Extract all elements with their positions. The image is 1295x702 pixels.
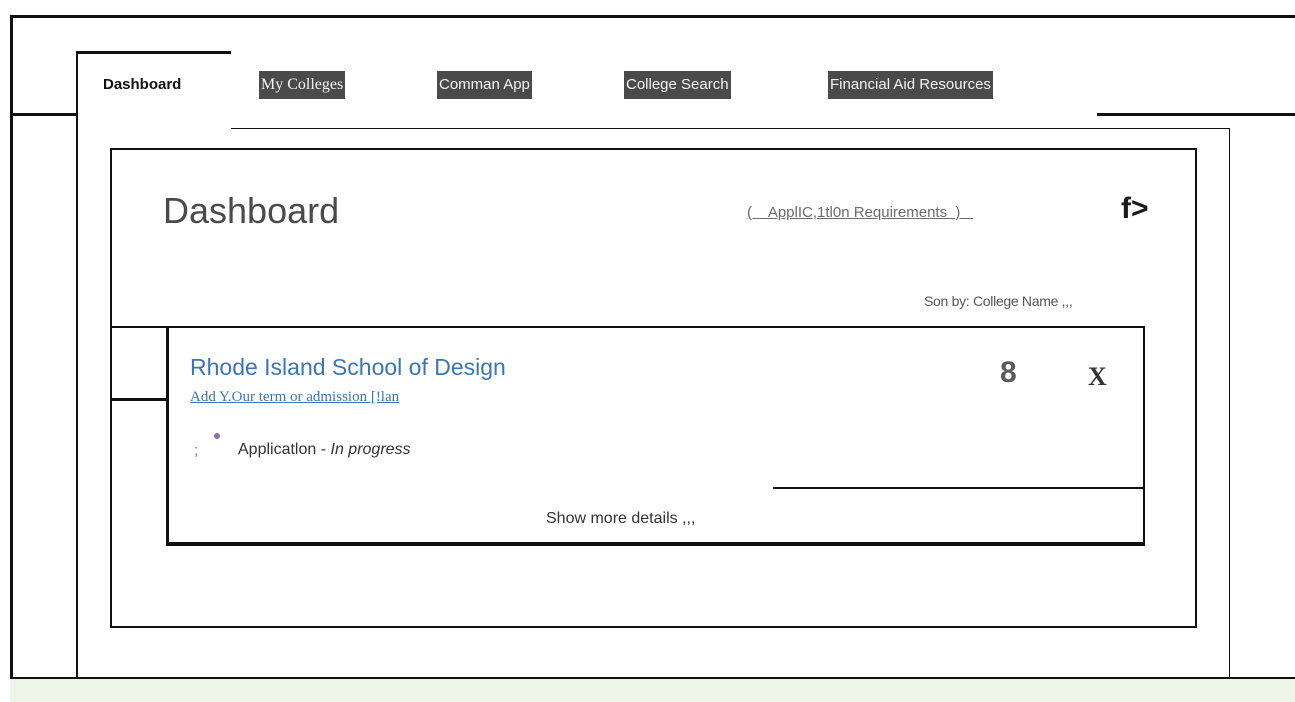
status-dot-icon <box>214 433 220 439</box>
application-status: In progress <box>330 441 411 458</box>
nav-left-tab-edge-top <box>76 51 231 54</box>
application-label: Applicatlon - <box>238 441 327 458</box>
tab-dashboard[interactable]: Dashboard <box>103 71 181 99</box>
sort-dropdown[interactable]: Son by: College Name ,,, <box>924 293 1073 309</box>
tab-financial-aid-resources[interactable]: Financial Aid Resources <box>828 71 993 99</box>
college-count-badge: 8 <box>1000 356 1017 389</box>
page-title: Dashboard <box>163 190 340 231</box>
share-icon[interactable]: f> <box>1121 192 1149 226</box>
frame-left-border <box>10 16 13 702</box>
nav-underline <box>231 128 1230 129</box>
content-right-border <box>1229 128 1230 679</box>
application-status-row: Applicatlon - In progress <box>238 441 411 459</box>
card-left-ledge-top <box>110 326 168 328</box>
add-term-link[interactable]: Add Y.Our term or admission [!lan <box>190 389 399 406</box>
card-left-ledge-bottom <box>110 398 168 401</box>
nav-left-tab-edge <box>76 51 78 679</box>
close-icon[interactable]: X <box>1088 362 1107 392</box>
application-requirements-link[interactable]: ( ApplIC,1tl0n Requirements ) <box>747 204 973 221</box>
frame-top-border <box>10 15 1295 18</box>
footer-bar <box>10 679 1295 702</box>
college-name[interactable]: Rhode Island School of Design <box>190 354 506 381</box>
card-details-divider <box>773 487 1143 489</box>
tab-college-search[interactable]: College Search <box>624 71 731 99</box>
tab-comman-app[interactable]: Comman App <box>437 71 532 99</box>
tab-my-colleges[interactable]: My Colleges <box>259 71 346 99</box>
bullet-prefix: ; <box>194 442 199 459</box>
show-more-details-button[interactable]: Show more details ,,, <box>546 510 695 528</box>
nav-right-shelf <box>1097 113 1295 116</box>
nav-left-shelf <box>10 113 78 116</box>
